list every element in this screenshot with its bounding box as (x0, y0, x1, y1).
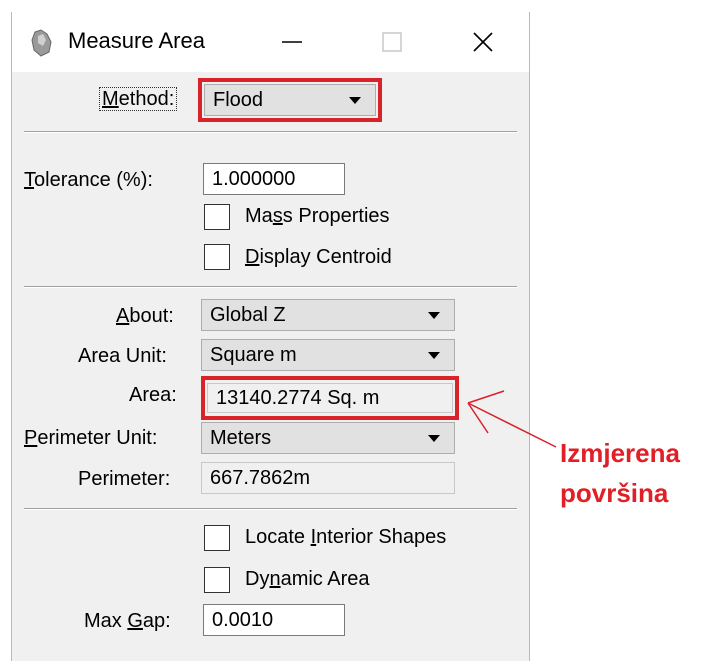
measure-tool-icon (31, 29, 52, 57)
tolerance-label: Tolerance (%): (24, 169, 153, 191)
area-unit-value: Square m (210, 344, 297, 366)
annotation-line2: površina (560, 478, 669, 508)
close-button[interactable] (463, 22, 503, 62)
about-select[interactable]: Global Z (201, 299, 455, 331)
display-centroid-label: Display Centroid (245, 246, 392, 268)
perimeter-value: 667.7862m (201, 462, 455, 494)
minimize-button[interactable] (272, 22, 312, 62)
maximize-button[interactable] (372, 22, 412, 62)
area-label: Area: (129, 384, 177, 406)
separator (24, 508, 517, 510)
maximize-icon (382, 32, 402, 52)
locate-interior-checkbox[interactable] (204, 525, 230, 551)
separator (24, 131, 517, 133)
about-value: Global Z (210, 304, 286, 326)
locate-interior-label: Locate Interior Shapes (245, 526, 447, 548)
area-unit-select[interactable]: Square m (201, 339, 455, 371)
tolerance-input[interactable]: 1.000000 (203, 163, 345, 195)
measure-area-dialog: Measure Area Method: Flood Tolerance (%)… (11, 12, 530, 661)
minimize-icon (282, 41, 302, 43)
area-unit-label: Area Unit: (78, 345, 167, 367)
mass-properties-checkbox[interactable] (204, 204, 230, 230)
chevron-down-icon (428, 435, 440, 442)
area-highlight (201, 376, 459, 420)
chevron-down-icon (428, 352, 440, 359)
window-title: Measure Area (68, 28, 205, 53)
max-gap-input[interactable]: 0.0010 (203, 604, 345, 636)
method-highlight (198, 78, 382, 122)
about-label: About: (116, 305, 174, 327)
chevron-down-icon (428, 312, 440, 319)
dynamic-area-checkbox[interactable] (204, 567, 230, 593)
annotation-line1: Izmjerena (560, 438, 680, 468)
perimeter-label: Perimeter: (78, 468, 171, 490)
annotation-arrow (467, 390, 557, 448)
max-gap-label: Max Gap: (84, 610, 171, 632)
perimeter-unit-value: Meters (210, 427, 272, 449)
close-icon (473, 32, 493, 52)
perimeter-unit-select[interactable]: Meters (201, 422, 455, 454)
method-label: Method: (99, 87, 178, 111)
title-bar[interactable]: Measure Area (12, 12, 529, 72)
mass-properties-label: Mass Properties (245, 205, 390, 227)
dynamic-area-label: Dynamic Area (245, 568, 370, 590)
display-centroid-checkbox[interactable] (204, 244, 230, 270)
separator (24, 286, 517, 288)
perimeter-unit-label: Perimeter Unit: (24, 427, 158, 449)
